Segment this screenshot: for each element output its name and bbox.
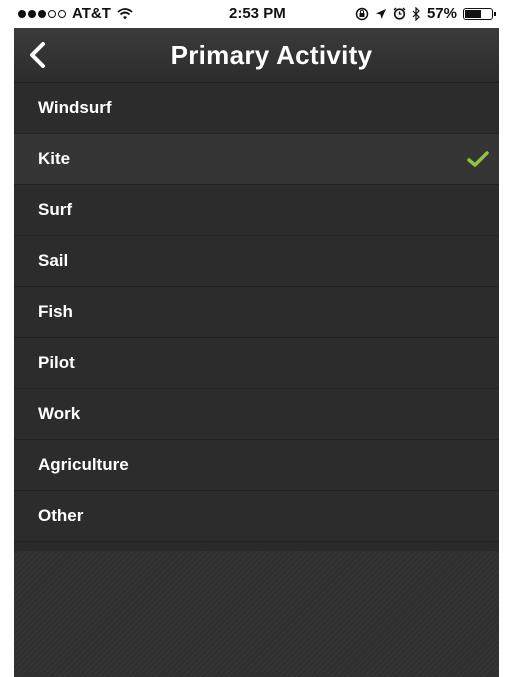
wifi-icon <box>117 7 133 19</box>
activity-option-work[interactable]: Work <box>14 389 499 440</box>
activity-option-pilot[interactable]: Pilot <box>14 338 499 389</box>
activity-option-kite[interactable]: Kite <box>14 134 499 185</box>
activity-label: Other <box>38 506 84 525</box>
activity-label: Pilot <box>38 353 75 372</box>
activity-label: Windsurf <box>38 98 112 117</box>
battery-percent: 57% <box>426 5 457 22</box>
page-title: Primary Activity <box>170 40 373 70</box>
empty-background <box>14 551 499 677</box>
activity-option-surf[interactable]: Surf <box>14 185 499 236</box>
alarm-icon <box>393 7 406 20</box>
navigation-bar: Primary Activity <box>14 28 499 83</box>
activity-label: Kite <box>38 149 71 168</box>
status-time: 2:53 PM <box>229 5 286 22</box>
activity-label: Sail <box>38 251 69 270</box>
activity-option-windsurf[interactable]: Windsurf <box>14 83 499 134</box>
activity-option-other[interactable]: Other <box>14 491 499 542</box>
activity-list: Windsurf Kite Surf Sail Fish Pilot Work Agricul… <box>14 83 499 542</box>
carrier-group: AT&T <box>18 5 133 22</box>
status-right: 57% <box>355 5 496 22</box>
rotation-lock-icon <box>355 7 369 20</box>
activity-label: Fish <box>38 302 73 321</box>
activity-option-fish[interactable]: Fish <box>14 287 499 338</box>
activity-option-sail[interactable]: Sail <box>14 236 499 287</box>
app-screen: AT&T 2:53 PM 57% Primary Activity Windsu… <box>14 0 499 677</box>
checkmark-icon <box>467 151 489 167</box>
status-bar: AT&T 2:53 PM 57% <box>14 0 499 28</box>
activity-label: Work <box>38 404 81 423</box>
activity-label: Surf <box>38 200 72 219</box>
activity-option-agriculture[interactable]: Agriculture <box>14 440 499 491</box>
signal-strength-icon <box>18 9 66 18</box>
bluetooth-icon <box>412 6 420 21</box>
activity-label: Agriculture <box>38 455 129 474</box>
location-icon <box>375 8 386 19</box>
battery-icon <box>463 7 496 20</box>
carrier-name: AT&T <box>72 5 111 22</box>
